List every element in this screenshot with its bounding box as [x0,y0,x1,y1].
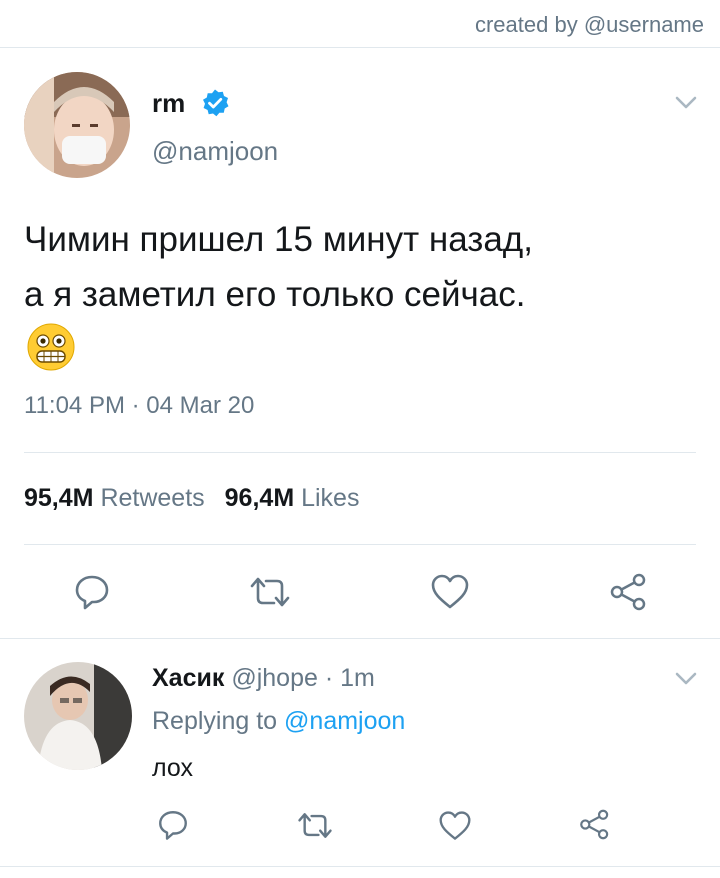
reply-handle-time: @jhope · 1m [231,664,375,692]
reply-avatar[interactable] [24,662,132,770]
reply-author-name[interactable]: Хасик [152,664,224,692]
like-icon [439,811,471,840]
chevron-down-icon[interactable] [675,96,697,110]
retweet-icon [298,813,332,838]
stats-divider-bottom [24,544,696,545]
like-icon [431,574,469,609]
engagement-stats: 95,4M Retweets 96,4M Likes [24,484,359,513]
share-button[interactable] [578,808,612,841]
verified-badge-icon [200,88,230,118]
grimacing-face-emoji-icon [27,323,75,371]
retweet-icon [250,577,290,607]
reply-text: лох [152,754,193,782]
watermark-credit: created by @username [474,12,704,37]
tweet-divider [0,638,720,639]
chevron-down-icon[interactable] [675,672,697,686]
tweet-text: Чимин пришел 15 минут назад, а я заметил… [24,212,694,322]
author-avatar[interactable] [24,72,130,178]
tweet-text-line: Чимин пришел 15 минут назад, [24,220,533,259]
retweets-count: 95,4M [24,484,94,512]
stats-divider-top [24,452,696,453]
likes-count: 96,4M [224,484,295,512]
retweet-button[interactable] [248,574,292,610]
reply-icon [75,575,109,610]
replying-to-link[interactable]: @namjoon [284,707,405,735]
reply-header[interactable]: Хасик @jhope · 1m [152,664,375,693]
likes-label: Likes [301,484,360,512]
like-button[interactable] [438,810,472,842]
reply-button[interactable] [72,572,112,612]
replying-prefix: Replying to [152,707,278,735]
share-icon [580,809,609,840]
retweet-button[interactable] [296,810,334,841]
author-name[interactable]: rm [152,88,185,119]
like-button[interactable] [430,573,470,611]
likes-stat[interactable]: 96,4M Likes [225,484,360,512]
retweets-label: Retweets [100,484,205,512]
reply-button[interactable] [156,808,190,842]
retweets-stat[interactable]: 95,4M Retweets [24,484,205,512]
share-button[interactable] [608,572,650,612]
bottom-divider [0,866,720,867]
header-divider [0,47,720,48]
share-icon [610,573,646,611]
replying-to: Replying to @namjoon [152,707,405,736]
reply-icon [159,811,187,840]
author-handle[interactable]: @namjoon [152,136,278,167]
tweet-text-line: а я заметил его только сейчас. [24,275,526,314]
tweet-timestamp[interactable]: 11:04 PM · 04 Mar 20 [24,392,254,420]
